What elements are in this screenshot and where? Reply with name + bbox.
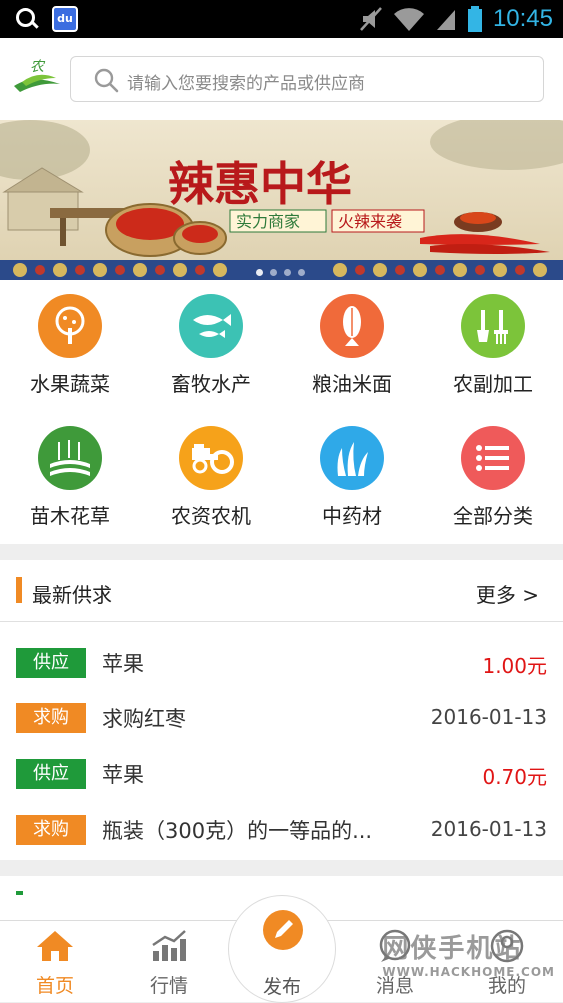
banner-artwork: 辣惠中华 实力商家 火辣来袭	[0, 120, 563, 280]
list-icon	[461, 426, 525, 490]
section-header: 最新供求 更多 >	[0, 560, 563, 622]
tractor-icon	[179, 426, 243, 490]
search-icon	[14, 6, 40, 32]
herb-icon	[320, 426, 384, 490]
list-item[interactable]: 供应 苹果 1.00元	[0, 644, 563, 684]
supply-tag: 供应	[16, 648, 86, 678]
nav-home[interactable]: 首页	[10, 929, 100, 1003]
category-label: 畜牧水产	[171, 372, 251, 396]
category-label: 农资农机	[171, 504, 251, 528]
corn-icon	[320, 294, 384, 358]
app-logo[interactable]: 农	[12, 56, 62, 96]
category-label: 苗木花草	[30, 504, 110, 528]
wifi-icon	[393, 8, 424, 32]
section-title: 最新供求	[32, 583, 112, 607]
banner-headline: 辣惠中华	[168, 157, 352, 211]
more-link[interactable]: 更多 >	[476, 579, 539, 608]
search-icon	[94, 68, 119, 93]
category-label: 粮油米面	[312, 372, 392, 396]
watermark-text: 网侠手机站	[382, 934, 523, 964]
nav-label: 发布	[262, 976, 301, 998]
fish-icon	[179, 294, 243, 358]
section-accent-bar	[16, 891, 23, 895]
category-label: 中药材	[322, 504, 382, 528]
section-accent-bar	[16, 577, 22, 603]
pager-dot[interactable]	[256, 269, 263, 276]
category-fruit-vegetable[interactable]: 水果蔬菜	[0, 280, 140, 410]
item-price: 0.70元	[482, 765, 547, 789]
demand-tag: 求购	[16, 815, 86, 845]
pencil-icon	[263, 910, 303, 950]
banner-slogan-left: 实力商家	[236, 212, 300, 231]
item-name: 求购红枣	[102, 707, 186, 731]
pager-dot[interactable]	[270, 269, 277, 276]
fruit-tree-icon	[38, 294, 102, 358]
category-agri-processing[interactable]: 农副加工	[423, 280, 563, 410]
category-agri-machinery[interactable]: 农资农机	[141, 412, 281, 542]
list-item[interactable]: 供应 苹果 0.70元	[0, 755, 563, 795]
baidu-icon: du	[52, 6, 78, 32]
item-date: 2016-01-13	[430, 817, 547, 841]
category-herbal-medicine[interactable]: 中药材	[282, 412, 422, 542]
item-price: 1.00元	[482, 654, 547, 678]
mute-icon	[360, 7, 382, 31]
category-grain-oil[interactable]: 粮油米面	[282, 280, 422, 410]
field-icon	[38, 426, 102, 490]
latest-supply-section: 最新供求 更多 > 供应 苹果 1.00元 求购 求购红枣 2016-01-13…	[0, 560, 563, 860]
category-label: 水果蔬菜	[30, 372, 110, 396]
item-name: 瓶装（300克）的一等品的...	[102, 819, 373, 843]
svg-text:农: 农	[30, 59, 46, 75]
signal-icon	[436, 10, 455, 30]
chart-icon	[152, 930, 186, 961]
list-item[interactable]: 求购 瓶装（300克）的一等品的... 2016-01-13	[0, 811, 563, 851]
promo-banner[interactable]: 辣惠中华 实力商家 火辣来袭	[0, 120, 563, 280]
pager-dot[interactable]	[298, 269, 305, 276]
item-name: 苹果	[102, 652, 144, 676]
home-icon	[37, 931, 73, 961]
app-header: 农 请输入您要搜索的产品或供应商	[0, 38, 563, 120]
farm-tools-icon	[461, 294, 525, 358]
demand-tag: 求购	[16, 703, 86, 733]
search-input[interactable]: 请输入您要搜索的产品或供应商	[70, 56, 544, 102]
nav-label: 首页	[35, 975, 74, 997]
category-seedlings-flowers[interactable]: 苗木花草	[0, 412, 140, 542]
item-name: 苹果	[102, 763, 144, 787]
category-livestock-aquatic[interactable]: 畜牧水产	[141, 280, 281, 410]
category-label: 农副加工	[453, 372, 533, 396]
category-label: 全部分类	[453, 504, 533, 528]
category-grid: 水果蔬菜 畜牧水产 粮油米面 农副加工 苗木花草 农资农机 中药材 全部分类	[0, 280, 563, 544]
pager-dot[interactable]	[284, 269, 291, 276]
status-bar: du 10:45	[0, 0, 563, 38]
nav-market[interactable]: 行情	[124, 929, 214, 1003]
list-item[interactable]: 求购 求购红枣 2016-01-13	[0, 699, 563, 739]
watermark-url: WWW.HACKHOME.COM	[382, 965, 555, 979]
item-date: 2016-01-13	[430, 705, 547, 729]
battery-icon	[467, 6, 482, 32]
clock: 10:45	[492, 5, 553, 32]
nav-label: 行情	[149, 975, 188, 997]
banner-slogan-right: 火辣来袭	[338, 212, 402, 231]
supply-tag: 供应	[16, 759, 86, 789]
category-all[interactable]: 全部分类	[423, 412, 563, 542]
publish-button[interactable]: 发布	[228, 895, 336, 1003]
watermark: 网侠手机站 WWW.HACKHOME.COM	[382, 928, 555, 979]
search-placeholder: 请输入您要搜索的产品或供应商	[127, 74, 365, 94]
banner-pager[interactable]	[256, 269, 305, 276]
